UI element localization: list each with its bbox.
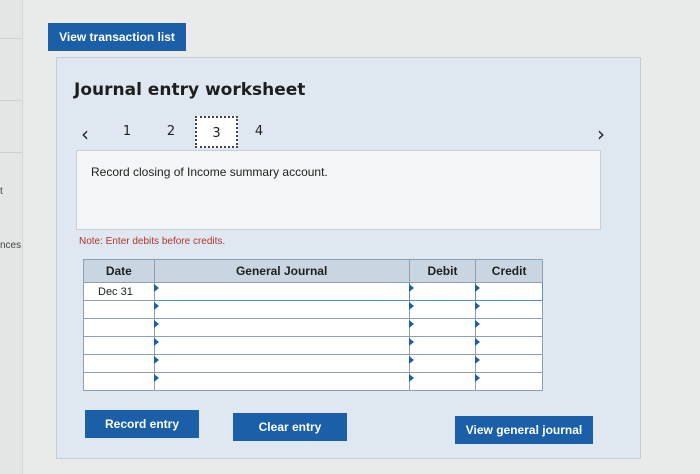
view-general-journal-button[interactable]: View general journal [455,416,593,444]
credit-input[interactable] [475,372,543,391]
instruction-box: Record closing of Income summary account… [76,150,601,230]
edge-divider [0,152,22,153]
view-transaction-list-button[interactable]: View transaction list [48,23,186,51]
dropdown-marker-icon [475,374,481,382]
debit-input[interactable] [408,300,477,319]
table-row [83,318,543,337]
general-journal-input[interactable] [153,282,410,301]
note-text: Note: Enter debits before credits. [79,236,226,247]
general-journal-input[interactable] [153,336,410,355]
chevron-right-icon[interactable]: › [591,122,611,146]
date-cell [83,336,155,355]
journal-entry-worksheet: Journal entry worksheet ‹ 1 2 3 4 › Reco… [56,57,641,459]
date-cell [83,354,155,373]
credit-input[interactable] [475,318,543,337]
dropdown-marker-icon [408,302,414,310]
dropdown-marker-icon [408,338,414,346]
credit-column-header: Credit [475,259,543,283]
dropdown-marker-icon [153,374,159,382]
general-journal-input[interactable] [153,318,410,337]
chevron-left-icon[interactable]: ‹ [75,122,95,146]
page-4-link[interactable]: 4 [249,124,269,139]
dropdown-marker-icon [475,338,481,346]
page-3-link-active[interactable]: 3 [195,116,238,148]
dropdown-marker-icon [408,320,414,328]
debit-input[interactable] [408,372,477,391]
dropdown-marker-icon [408,284,414,292]
debit-input[interactable] [408,282,477,301]
dropdown-marker-icon [153,320,159,328]
edge-text-fragment: t [0,186,3,197]
dropdown-marker-icon [475,284,481,292]
date-cell [83,300,155,319]
left-page-edge: t nces [0,0,23,474]
dropdown-marker-icon [153,356,159,364]
date-cell [83,318,155,337]
date-column-header: Date [83,259,155,283]
page-1-link[interactable]: 1 [117,124,137,139]
dropdown-marker-icon [475,356,481,364]
clear-entry-button[interactable]: Clear entry [233,413,347,441]
journal-entry-table: Date General Journal Debit Credit Dec 31 [83,259,543,391]
dropdown-marker-icon [408,374,414,382]
table-header-row: Date General Journal Debit Credit [83,259,543,283]
date-cell [83,372,155,391]
page-2-link[interactable]: 2 [161,124,181,139]
worksheet-pager: ‹ 1 2 3 4 › [75,116,635,152]
dropdown-marker-icon [408,356,414,364]
date-cell: Dec 31 [83,282,155,301]
general-journal-input[interactable] [153,354,410,373]
dropdown-marker-icon [475,320,481,328]
instruction-text: Record closing of Income summary account… [91,165,328,179]
general-journal-column-header: General Journal [153,259,410,283]
debit-input[interactable] [408,318,477,337]
table-row [83,336,543,355]
record-entry-button[interactable]: Record entry [85,410,199,438]
table-row [83,372,543,391]
edge-text-fragment: nces [0,240,22,251]
debit-input[interactable] [408,354,477,373]
table-row [83,300,543,319]
edge-divider [0,100,22,101]
dropdown-marker-icon [153,302,159,310]
credit-input[interactable] [475,336,543,355]
debit-input[interactable] [408,336,477,355]
dropdown-marker-icon [153,284,159,292]
general-journal-input[interactable] [153,372,410,391]
credit-input[interactable] [475,354,543,373]
general-journal-input[interactable] [153,300,410,319]
dropdown-marker-icon [153,338,159,346]
debit-column-header: Debit [408,259,477,283]
dropdown-marker-icon [475,302,481,310]
credit-input[interactable] [475,300,543,319]
table-row [83,354,543,373]
table-row: Dec 31 [83,282,543,301]
worksheet-title: Journal entry worksheet [74,80,306,100]
edge-divider [0,38,22,39]
credit-input[interactable] [475,282,543,301]
